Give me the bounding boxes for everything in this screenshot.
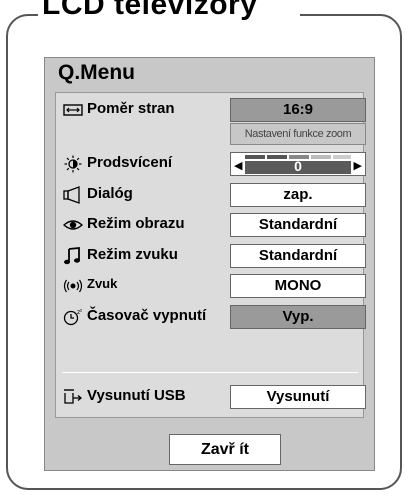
aspect-ratio-value[interactable]: 16:9 — [230, 98, 366, 122]
zoom-settings-option[interactable]: Nastavení funkce zoom — [230, 123, 366, 145]
picture-mode-value[interactable]: Standardní — [230, 213, 366, 237]
sound-value[interactable]: MONO — [230, 274, 366, 298]
sound-mode-value[interactable]: Standardní — [230, 244, 366, 268]
quick-menu-panel: Q.Menu Poměr stran 16:9 Nastavení funkce… — [44, 57, 375, 471]
menu-item-sleep-timer[interactable]: z z Časovač vypnutí Vyp. — [56, 304, 366, 330]
picture-mode-label: Režim obrazu — [87, 215, 185, 232]
menu-item-backlight[interactable]: Prodsvícení ◀ ▶ 0 — [56, 151, 366, 177]
close-button[interactable]: Zavř ít — [169, 434, 281, 465]
sound-label: Zvuk — [87, 276, 118, 291]
eye-icon — [63, 220, 83, 230]
backlight-label: Prodsvícení — [87, 154, 173, 171]
backlight-icon — [64, 155, 82, 173]
aspect-ratio-icon — [63, 104, 83, 116]
usb-eject-value[interactable]: Vysunutí — [230, 385, 366, 409]
quick-menu-title: Q.Menu — [58, 61, 135, 84]
dialog-value[interactable]: zap. — [230, 183, 366, 207]
menu-item-usb-eject[interactable]: Vysunutí USB Vysunutí — [56, 384, 366, 410]
menu-divider — [62, 372, 358, 373]
menu-item-aspect-ratio[interactable]: Poměr stran 16:9 — [56, 97, 366, 123]
sound-mode-label: Režim zvuku — [87, 246, 178, 263]
usb-eject-icon — [64, 389, 83, 404]
speaker-icon — [63, 186, 80, 204]
usb-eject-label: Vysunutí USB — [87, 387, 186, 404]
sleep-timer-icon: z z — [63, 308, 82, 326]
menu-item-picture-mode[interactable]: Režim obrazu Standardní — [56, 212, 366, 238]
menu-item-sound[interactable]: Zvuk MONO — [56, 273, 366, 299]
backlight-slider[interactable]: ◀ ▶ 0 — [230, 152, 366, 176]
sound-waves-icon — [63, 279, 83, 293]
sleep-timer-label: Časovač vypnutí — [87, 307, 207, 324]
menu-item-sound-mode[interactable]: Režim zvuku Standardní — [56, 243, 366, 269]
page-title: LCD televizory — [42, 0, 258, 21]
quick-menu-list: Poměr stran 16:9 Nastavení funkce zoom P… — [55, 92, 366, 418]
backlight-value: 0 — [294, 158, 302, 174]
music-note-icon — [64, 247, 80, 265]
svg-text:z: z — [80, 308, 82, 313]
dialog-label: Dialóg — [87, 185, 133, 202]
sleep-timer-value[interactable]: Vyp. — [230, 305, 366, 329]
aspect-ratio-label: Poměr stran — [87, 100, 175, 117]
menu-item-dialog[interactable]: Dialóg zap. — [56, 182, 366, 208]
quick-menu-header: Q.Menu — [45, 58, 374, 89]
